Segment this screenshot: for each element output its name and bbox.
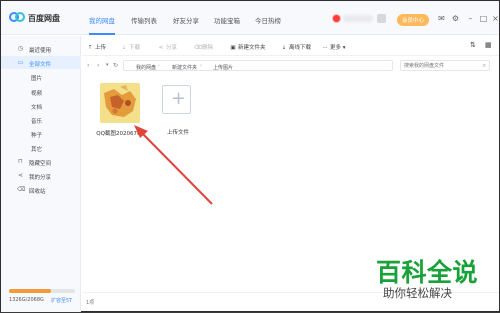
username-blurred[interactable] (343, 15, 373, 22)
sidebar-item-all-files[interactable]: ▭ 全部文件 (1, 56, 81, 69)
toolbar: ⇡ 上传 ⇣ 下载 ⋖ 分享 ⌫删除 ▣ 新建文件夹 ⇣ 离线下载 ··· 更多 ▾ ⇅ ▦ (82, 36, 499, 56)
trash-icon: ⌫ (194, 45, 202, 51)
sidebar-item-label: 隐藏空间 (29, 160, 52, 167)
storage-usage-text: 1326G/2068G (9, 297, 44, 303)
breadcrumb-separator-icon: › (200, 63, 202, 69)
sidebar-item-videos[interactable]: 视频 (1, 85, 81, 98)
folder-icon: ▭ (17, 59, 24, 66)
vip-icon[interactable] (377, 14, 386, 23)
breadcrumb-item[interactable]: 上传图片 (213, 64, 233, 71)
share-label: 分享 (166, 45, 178, 51)
sidebar-item-hidden-space[interactable]: ⊓ 隐藏空间 (1, 155, 81, 168)
new-folder-button[interactable]: ▣ 新建文件夹 (230, 43, 266, 51)
sidebar-item-label: 视频 (31, 90, 43, 97)
title-bar: 百度网盘 我的网盘 传输列表 好友分享 功能宝箱 今日热榜 会员中心 ✉ ⚙ –… (1, 1, 499, 35)
download-icon: ⇣ (281, 45, 287, 51)
upload-label: 上传 (95, 45, 107, 51)
gear-icon[interactable]: ⚙ (451, 14, 460, 23)
member-center-button[interactable]: 会员中心 (397, 14, 430, 26)
offline-download-button[interactable]: ⇣ 离线下载 (281, 43, 311, 51)
app-window: 百度网盘 我的网盘 传输列表 好友分享 功能宝箱 今日热榜 会员中心 ✉ ⚙ –… (0, 0, 500, 312)
more-button[interactable]: ··· 更多 ▾ (322, 43, 345, 51)
tab-my-netdisk[interactable]: 我的网盘 (89, 15, 115, 35)
maximize-icon[interactable]: □ (479, 14, 488, 23)
sidebar-item-music[interactable]: 音乐 (1, 113, 81, 126)
image-thumbnail[interactable] (100, 83, 140, 123)
more-label: 更多 (330, 45, 342, 51)
history-dropdown-icon[interactable]: ▾ (106, 62, 109, 68)
download-label: 下载 (129, 45, 141, 51)
breadcrumb-separator-icon: › (158, 63, 160, 69)
sidebar-item-label: 回收站 (29, 188, 46, 195)
sidebar-item-my-share[interactable]: ⋖ 我的分享 (1, 169, 81, 182)
search-input[interactable] (404, 62, 474, 70)
lock-icon: ⊓ (18, 158, 23, 165)
baidu-cloud-logo-icon (9, 12, 25, 22)
sidebar-item-label: 全部文件 (29, 61, 52, 68)
tab-toolbox[interactable]: 功能宝箱 (214, 15, 240, 25)
sidebar-item-label: 音乐 (31, 118, 43, 125)
upload-box[interactable]: + (162, 85, 191, 114)
delete-button[interactable]: ⌫删除 (194, 43, 213, 51)
new-folder-label: 新建文件夹 (238, 45, 266, 51)
tab-hot-list[interactable]: 今日热榜 (255, 15, 281, 25)
breadcrumb-item[interactable]: 新建文件夹 (172, 64, 197, 71)
app-name: 百度网盘 (28, 14, 60, 23)
folder-plus-icon: ▣ (230, 45, 236, 51)
offline-download-label: 离线下载 (289, 45, 312, 51)
tab-transfer-list[interactable]: 传输列表 (131, 15, 157, 25)
search-box[interactable]: ⌕ (400, 60, 490, 71)
delete-label: 删除 (202, 45, 214, 51)
search-icon[interactable]: ⌕ (483, 62, 486, 70)
forward-arrow-icon[interactable]: › (97, 62, 99, 69)
close-icon[interactable]: × (491, 14, 500, 23)
upload-file-label: 上传文件 (166, 130, 189, 136)
download-icon: ⇣ (121, 45, 127, 51)
share-button[interactable]: ⋖ 分享 (158, 43, 177, 51)
back-arrow-icon[interactable]: ‹ (87, 62, 89, 69)
address-bar: ‹ › ▾ ↻ 我的网盘 › 新建文件夹 › 上传图片 ⌕ (82, 57, 499, 74)
sidebar-item-recycle-bin[interactable]: ⌫ 回收站 (1, 183, 81, 196)
plus-icon: + (171, 88, 187, 109)
share-icon: ⋖ (158, 45, 164, 51)
sidebar-item-recent[interactable]: ◷ 最近使用 (1, 42, 81, 55)
grid-view-icon[interactable]: ▦ (485, 41, 492, 49)
breadcrumb-item[interactable]: 我的网盘 (136, 64, 156, 71)
more-icon: ··· (322, 45, 328, 51)
sidebar-item-documents[interactable]: 文档 (1, 99, 81, 112)
tab-friend-share[interactable]: 好友分享 (173, 15, 199, 25)
sidebar-item-label: 最近使用 (29, 47, 52, 54)
storage-progress-fill (9, 289, 52, 293)
minimize-icon[interactable]: – (466, 14, 475, 23)
share-icon: ⋖ (17, 172, 24, 179)
avatar-icon[interactable] (332, 14, 341, 23)
sidebar-item-label: 种子 (31, 132, 43, 139)
upload-icon: ⇡ (87, 45, 93, 51)
item-count: 1项 (86, 300, 95, 306)
mail-icon[interactable]: ✉ (437, 14, 446, 23)
sidebar-item-label: 文档 (31, 104, 43, 111)
sidebar-item-label: 其它 (31, 146, 43, 153)
sidebar-item-label: 我的分享 (29, 174, 52, 181)
refresh-icon[interactable]: ↻ (113, 62, 118, 69)
file-name[interactable]: QQ截图2020676... (90, 129, 152, 137)
trash-icon: ⌫ (17, 186, 26, 193)
upload-button[interactable]: ⇡ 上传 (87, 43, 106, 51)
watermark-title: 百科全说 (376, 258, 479, 287)
sidebar-item-other[interactable]: 其它 (1, 141, 81, 154)
sort-icon[interactable]: ⇅ (470, 41, 476, 49)
sidebar-item-torrents[interactable]: 种子 (1, 127, 81, 140)
clock-icon: ◷ (17, 45, 24, 52)
watermark-subtitle: 助你轻松解决 (383, 286, 452, 300)
expand-storage-link[interactable]: 扩容至5T (51, 297, 72, 304)
breadcrumb: 我的网盘 › 新建文件夹 › 上传图片 (123, 60, 393, 71)
download-button[interactable]: ⇣ 下载 (121, 43, 140, 51)
sidebar: ◷ 最近使用 ▭ 全部文件 图片 视频 文档 音乐 种子 其它 ⊓ 隐藏空间 ⋖… (1, 36, 81, 312)
sidebar-item-images[interactable]: 图片 (1, 70, 81, 83)
storage-progress-bar (9, 289, 75, 293)
sidebar-item-label: 图片 (31, 75, 43, 82)
